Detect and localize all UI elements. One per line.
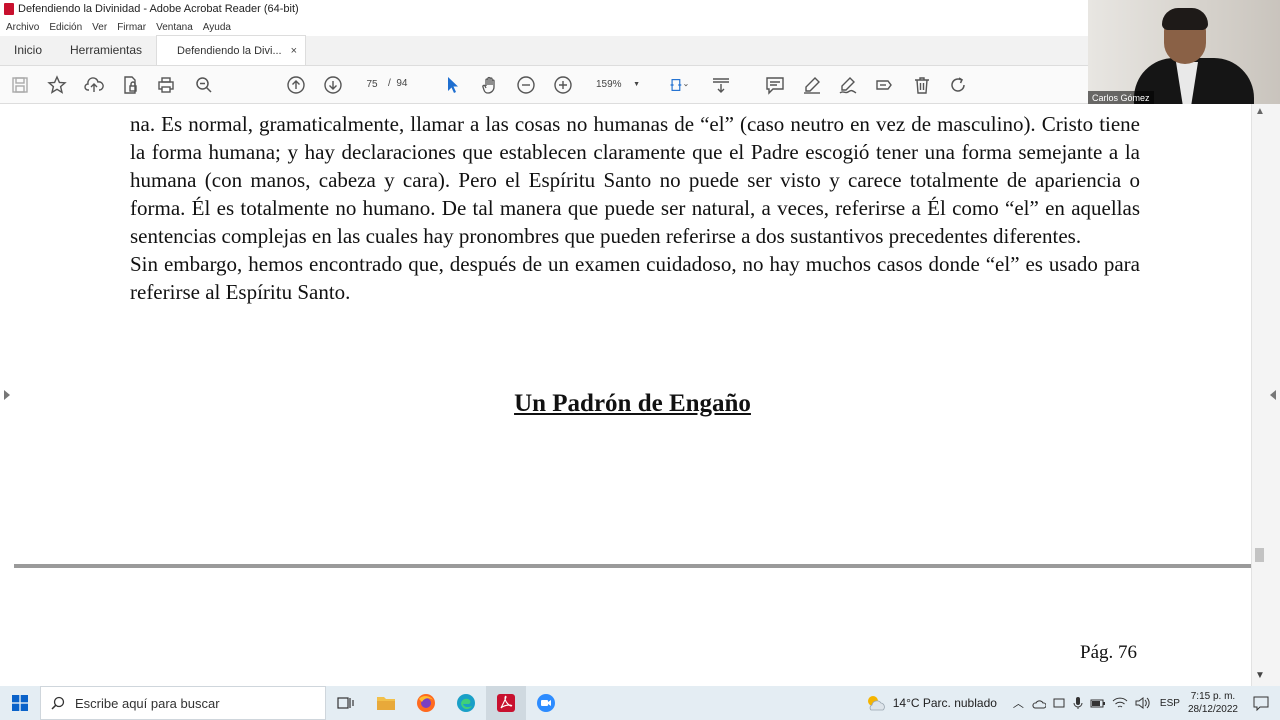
clock-date: 28/12/2022 [1187, 704, 1238, 715]
page-number-input[interactable]: 75 [358, 74, 386, 94]
save-icon[interactable] [9, 74, 31, 96]
page-separator: / [388, 78, 391, 89]
tab-herramientas[interactable]: Herramientas [56, 35, 156, 65]
page-fit-icon[interactable] [664, 74, 694, 96]
window-title: Defendiendo la Divinidad - Adobe Acrobat… [18, 3, 299, 15]
weather-cloud-icon [867, 696, 885, 711]
select-cursor-icon[interactable] [442, 74, 464, 96]
acrobat-app-icon [4, 3, 14, 15]
tab-close-icon[interactable]: × [291, 45, 297, 57]
zoom-level-value: 159% [596, 78, 622, 90]
tab-document[interactable]: Defendiendo la Divi... × [156, 35, 307, 65]
page-total-value: 94 [396, 78, 408, 89]
task-view-icon[interactable] [326, 686, 366, 720]
tab-document-label: Defendiendo la Divi... [177, 44, 282, 57]
chevron-up-icon[interactable]: ︿ [1013, 695, 1024, 711]
windows-start-icon[interactable] [0, 686, 40, 720]
hand-tool-icon[interactable] [479, 74, 501, 96]
tab-herramientas-label: Herramientas [70, 43, 143, 57]
zoom-search-icon[interactable] [193, 74, 215, 96]
firefox-icon[interactable] [406, 686, 446, 720]
person-hair [1162, 8, 1208, 30]
zoom-level-dropdown[interactable]: 159% ▼ [590, 74, 646, 94]
file-explorer-icon[interactable] [366, 686, 406, 720]
zoom-app-icon[interactable] [526, 686, 566, 720]
menu-edicion[interactable]: Edición [49, 22, 82, 33]
print-icon[interactable] [155, 74, 177, 96]
document-lock-icon[interactable] [119, 74, 141, 96]
comment-icon[interactable] [764, 74, 786, 96]
taskbar-search-box[interactable]: Escribe aquí para buscar [40, 686, 326, 720]
cloud-upload-icon[interactable] [83, 74, 105, 96]
search-placeholder: Escribe aquí para buscar [75, 695, 220, 711]
pdf-page-75: na. Es normal, gramaticalmente, llamar a… [14, 104, 1251, 564]
wifi-icon[interactable] [1112, 696, 1128, 710]
previous-page-icon[interactable] [285, 74, 307, 96]
title-bar: Defendiendo la Divinidad - Adobe Acrobat… [0, 0, 1088, 18]
webcam-name-label: Carlos Gómez [1088, 91, 1154, 104]
search-icon [51, 696, 65, 710]
highlight-pen-icon[interactable] [801, 74, 823, 96]
delete-trash-icon[interactable] [911, 74, 933, 96]
edge-icon[interactable] [446, 686, 486, 720]
scroll-up-icon[interactable]: ▲ [1255, 106, 1265, 117]
document-viewport[interactable]: na. Es normal, gramaticalmente, llamar a… [0, 104, 1266, 686]
language-indicator[interactable]: ESP [1160, 698, 1180, 709]
tab-inicio[interactable]: Inicio [0, 35, 56, 65]
scroll-thumb[interactable] [1255, 548, 1264, 562]
vertical-scrollbar[interactable]: ▲ ▼ [1251, 104, 1266, 686]
right-panel-toggle-icon[interactable] [1270, 390, 1276, 400]
page-total: / 94 [388, 78, 407, 89]
onedrive-icon[interactable] [1032, 697, 1046, 709]
pdf-page-76: Pág. 76 [14, 568, 1251, 686]
section-heading: Un Padrón de Engaño [514, 390, 751, 417]
scroll-down-icon[interactable]: ▼ [1255, 670, 1265, 681]
page-number-label: Pág. 76 [1080, 642, 1137, 663]
menu-firmar[interactable]: Firmar [117, 22, 146, 33]
taskbar-clock[interactable]: 7:15 p. m. 28/12/2022 [1180, 690, 1252, 716]
sign-icon[interactable] [837, 74, 859, 96]
volume-icon[interactable] [1134, 696, 1150, 710]
menu-archivo[interactable]: Archivo [6, 22, 39, 33]
paragraph-2: Sin embargo, hemos encontrado que, despu… [130, 252, 1140, 304]
rotate-icon[interactable] [947, 74, 969, 96]
microphone-icon[interactable] [1072, 696, 1084, 710]
paragraph-1: na. Es normal, gramaticalmente, llamar a… [130, 112, 1140, 248]
page-body-text: na. Es normal, gramaticalmente, llamar a… [130, 110, 1140, 306]
tab-inicio-label: Inicio [14, 43, 43, 57]
zoom-out-icon[interactable] [515, 74, 537, 96]
scroll-mode-icon[interactable] [710, 74, 732, 96]
weather-text[interactable]: 14°C Parc. nublado [893, 696, 997, 710]
system-tray: 14°C Parc. nublado ︿ ESP 7:15 p. m. 28/1… [865, 686, 1280, 720]
notifications-icon[interactable] [1252, 695, 1270, 711]
acrobat-taskbar-icon[interactable] [486, 686, 526, 720]
fill-sign-icon[interactable] [873, 74, 895, 96]
menu-ventana[interactable]: Ventana [156, 22, 193, 33]
clock-time: 7:15 p. m. [1190, 691, 1236, 702]
menu-bar: Archivo Edición Ver Firmar Ventana Ayuda [0, 18, 1088, 36]
meet-now-icon[interactable] [1052, 696, 1066, 710]
star-icon[interactable] [46, 74, 68, 96]
next-page-icon[interactable] [322, 74, 344, 96]
battery-icon[interactable] [1090, 697, 1106, 709]
left-panel-toggle-icon[interactable] [4, 390, 10, 400]
chevron-down-icon: ▼ [633, 80, 640, 88]
zoom-in-icon[interactable] [552, 74, 574, 96]
menu-ver[interactable]: Ver [92, 22, 107, 33]
menu-ayuda[interactable]: Ayuda [203, 22, 231, 33]
windows-taskbar: Escribe aquí para buscar 14°C Parc. nubl… [0, 686, 1280, 720]
webcam-overlay: Carlos Gómez [1088, 0, 1280, 104]
